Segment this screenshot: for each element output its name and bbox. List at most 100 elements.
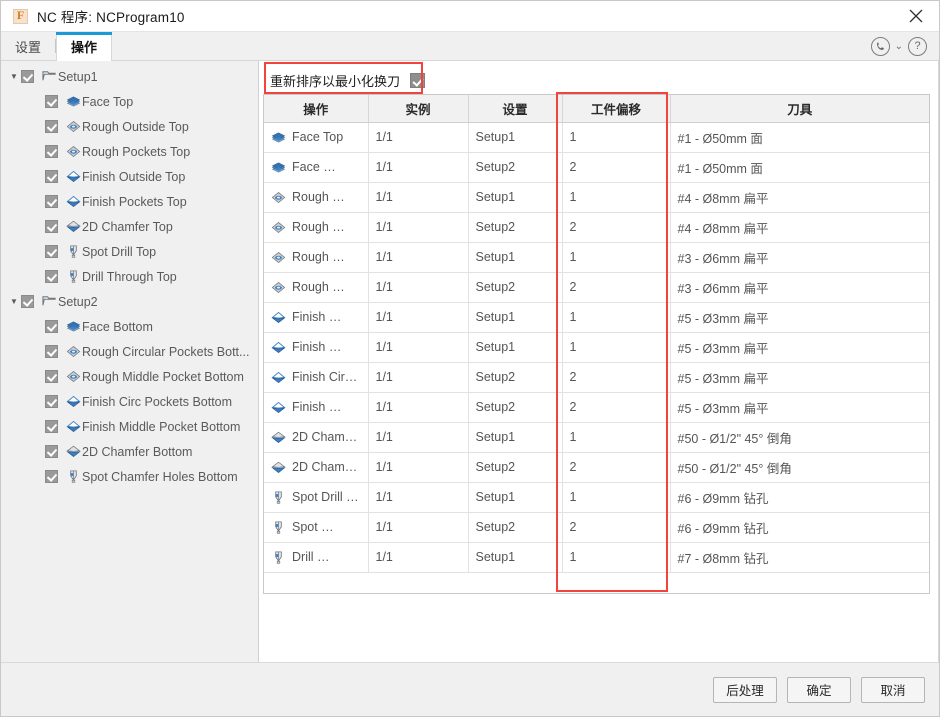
- tree-item-checkbox[interactable]: [45, 195, 58, 208]
- table-row[interactable]: Finish … 1/1 Setup2 2 #5 - Ø3mm 扁平: [264, 392, 929, 423]
- table-row[interactable]: Finish … 1/1 Setup1 1 #5 - Ø3mm 扁平: [264, 302, 929, 333]
- tree-item-checkbox[interactable]: [45, 95, 58, 108]
- tree-item-rough-pockets-top[interactable]: Rough Pockets Top: [1, 139, 258, 164]
- table-row[interactable]: Rough … 1/1 Setup1 1 #4 - Ø8mm 扁平: [264, 182, 929, 213]
- cell-tool: #5 - Ø3mm 扁平: [670, 302, 929, 333]
- tree-item-checkbox[interactable]: [21, 70, 34, 83]
- drill-icon: [271, 490, 286, 505]
- post-process-button[interactable]: 后处理: [713, 676, 777, 703]
- column-header-wcs[interactable]: 工件偏移: [562, 95, 671, 123]
- tree-item-checkbox[interactable]: [45, 345, 58, 358]
- chevron-down-icon[interactable]: ⌄: [894, 41, 904, 52]
- tree-item-checkbox[interactable]: [45, 445, 58, 458]
- tab-operations[interactable]: 操作: [56, 32, 113, 61]
- table-row[interactable]: Spot … 1/1 Setup2 2 #6 - Ø9mm 钻孔: [264, 512, 929, 543]
- tree-item-label: Finish Outside Top: [82, 169, 186, 184]
- tree-item-checkbox[interactable]: [45, 120, 58, 133]
- help-icon[interactable]: ?: [908, 36, 927, 56]
- tree-item-checkbox[interactable]: [45, 245, 58, 258]
- table-row[interactable]: Face Top 1/1 Setup1 1 #1 - Ø50mm 面: [264, 122, 929, 153]
- table-row[interactable]: Rough … 1/1 Setup1 1 #3 - Ø6mm 扁平: [264, 242, 929, 273]
- tree-item-label: Rough Pockets Top: [82, 144, 191, 159]
- tree-item-finish-middle-pocket-bottom[interactable]: Finish Middle Pocket Bottom: [1, 414, 258, 439]
- cell-instances: 1/1: [368, 242, 469, 273]
- tree-item-face-top[interactable]: Face Top: [1, 89, 258, 114]
- tab-settings[interactable]: 设置: [1, 32, 55, 60]
- cell-wcs: 1: [562, 242, 671, 273]
- column-header-setup[interactable]: 设置: [468, 95, 563, 123]
- cell-wcs: 2: [562, 272, 671, 303]
- tree-item-checkbox[interactable]: [45, 145, 58, 158]
- drill-icon: [64, 469, 82, 484]
- cell-wcs: 1: [562, 122, 671, 153]
- cell-operation: Finish …: [264, 332, 369, 363]
- tree-item-spot-chamfer-holes-bottom[interactable]: Spot Chamfer Holes Bottom: [1, 464, 258, 489]
- tree-item-setup2[interactable]: ▼ Setup2: [1, 289, 258, 314]
- tree-item-rough-circular-pockets-bott[interactable]: Rough Circular Pockets Bott...: [1, 339, 258, 364]
- cell-wcs: 2: [562, 212, 671, 243]
- cell-tool: #3 - Ø6mm 扁平: [670, 272, 929, 303]
- cell-operation-label: 2D Chamfe…: [292, 430, 361, 444]
- cell-operation: Finish …: [264, 392, 369, 423]
- fusion-f-icon: [13, 8, 28, 24]
- tree-item-checkbox[interactable]: [45, 270, 58, 283]
- table-row[interactable]: Finish … 1/1 Setup1 1 #5 - Ø3mm 扁平: [264, 332, 929, 363]
- tree-item-finish-outside-top[interactable]: Finish Outside Top: [1, 164, 258, 189]
- tree-item-face-bottom[interactable]: Face Bottom: [1, 314, 258, 339]
- expand-collapse-icon[interactable]: ▼: [7, 297, 21, 306]
- cell-tool: #5 - Ø3mm 扁平: [670, 392, 929, 423]
- tree-item-rough-outside-top[interactable]: Rough Outside Top: [1, 114, 258, 139]
- tree-item-drill-through-top[interactable]: Drill Through Top: [1, 264, 258, 289]
- tree-item-spot-drill-top[interactable]: Spot Drill Top: [1, 239, 258, 264]
- cancel-button[interactable]: 取消: [861, 676, 925, 703]
- table-row[interactable]: Drill … 1/1 Setup1 1 #7 - Ø8mm 钻孔: [264, 542, 929, 573]
- table-row[interactable]: Face … 1/1 Setup2 2 #1 - Ø50mm 面: [264, 152, 929, 183]
- cell-tool: #6 - Ø9mm 钻孔: [670, 482, 929, 513]
- phone-circle-icon[interactable]: [870, 36, 890, 56]
- column-header-operation[interactable]: 操作: [264, 95, 369, 123]
- tree-item-checkbox[interactable]: [45, 170, 58, 183]
- adaptive-rough-icon: [271, 280, 286, 295]
- tree-item-finish-circ-pockets-bottom[interactable]: Finish Circ Pockets Bottom: [1, 389, 258, 414]
- ok-button[interactable]: 确定: [787, 676, 851, 703]
- tree-item-checkbox[interactable]: [45, 470, 58, 483]
- column-header-instances[interactable]: 实例: [368, 95, 469, 123]
- cell-tool: #50 - Ø1/2" 45° 倒角: [670, 452, 929, 483]
- tree-item-finish-pockets-top[interactable]: Finish Pockets Top: [1, 189, 258, 214]
- cell-setup: Setup1: [468, 422, 563, 453]
- cell-wcs: 1: [562, 542, 671, 573]
- table-row[interactable]: 2D Chamfe… 1/1 Setup2 2 #50 - Ø1/2" 45° 倒角: [264, 452, 929, 483]
- reorder-checkbox[interactable]: [410, 72, 426, 88]
- cell-tool: #5 - Ø3mm 扁平: [670, 362, 929, 393]
- table-row[interactable]: Finish Circ … 1/1 Setup2 2 #5 - Ø3mm 扁平: [264, 362, 929, 393]
- contour-finish-icon: [64, 194, 82, 209]
- tree-item-2d-chamfer-bottom[interactable]: 2D Chamfer Bottom: [1, 439, 258, 464]
- tree-item-rough-middle-pocket-bottom[interactable]: Rough Middle Pocket Bottom: [1, 364, 258, 389]
- tree-item-checkbox[interactable]: [45, 395, 58, 408]
- cell-setup: Setup1: [468, 302, 563, 333]
- tab-settings-label: 设置: [15, 39, 42, 55]
- reorder-option[interactable]: 重新排序以最小化换刀: [263, 67, 433, 94]
- scrollbar-track[interactable]: [938, 61, 939, 662]
- cell-operation: Rough …: [264, 242, 369, 273]
- cell-tool: #50 - Ø1/2" 45° 倒角: [670, 422, 929, 453]
- operations-tree[interactable]: ▼ Setup1 Face Top Rough Outside Top Rough Po…: [1, 61, 259, 662]
- column-header-tool[interactable]: 刀具: [670, 95, 929, 123]
- tree-item-checkbox[interactable]: [45, 320, 58, 333]
- tree-item-checkbox[interactable]: [45, 420, 58, 433]
- table-row[interactable]: Rough … 1/1 Setup2 2 #3 - Ø6mm 扁平: [264, 272, 929, 303]
- table-row[interactable]: Spot Drill … 1/1 Setup1 1 #6 - Ø9mm 钻孔: [264, 482, 929, 513]
- cell-setup: Setup2: [468, 392, 563, 423]
- table-row[interactable]: 2D Chamfe… 1/1 Setup1 1 #50 - Ø1/2" 45° 倒角: [264, 422, 929, 453]
- tree-item-checkbox[interactable]: [45, 220, 58, 233]
- tree-item-2d-chamfer-top[interactable]: 2D Chamfer Top: [1, 214, 258, 239]
- table-row[interactable]: Rough … 1/1 Setup2 2 #4 - Ø8mm 扁平: [264, 212, 929, 243]
- tree-item-setup1[interactable]: ▼ Setup1: [1, 64, 258, 89]
- close-icon[interactable]: [893, 1, 939, 31]
- tree-item-checkbox[interactable]: [21, 295, 34, 308]
- cell-setup: Setup2: [468, 152, 563, 183]
- tree-item-checkbox[interactable]: [45, 370, 58, 383]
- cell-operation: Face Top: [264, 122, 369, 153]
- expand-collapse-icon[interactable]: ▼: [7, 72, 21, 81]
- drill-icon: [64, 244, 82, 259]
